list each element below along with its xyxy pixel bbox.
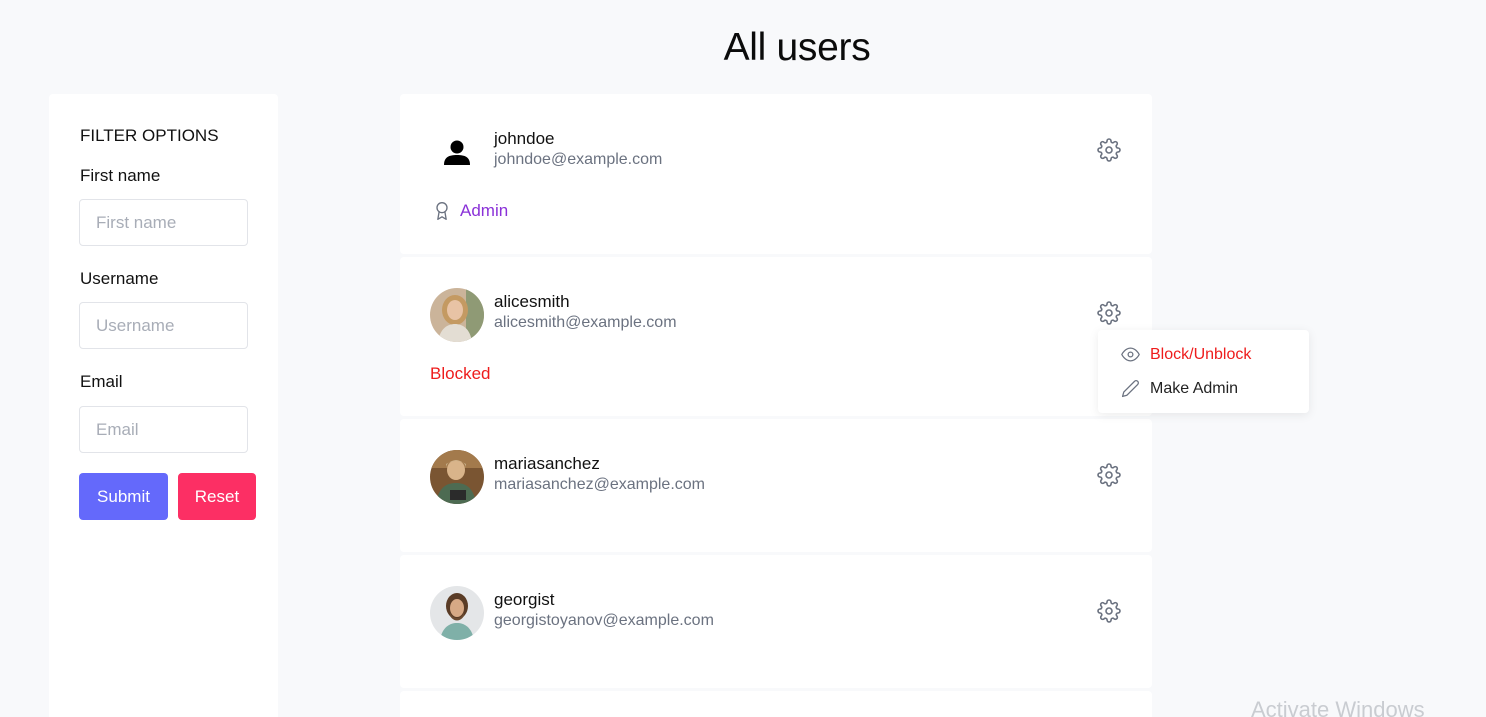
username: georgist: [494, 590, 555, 609]
first-name-label: First name: [80, 166, 161, 185]
user-email: johndoe@example.com: [494, 151, 663, 168]
pencil-icon: [1121, 380, 1139, 398]
submit-button[interactable]: Submit: [79, 473, 168, 520]
block-unblock-label: Block/Unblock: [1150, 345, 1252, 363]
page-title: All users: [723, 26, 871, 69]
user-card: georgist georgistoyanov@example.com: [400, 555, 1152, 688]
user-card: johndoe johndoe@example.com Admin: [400, 94, 1152, 254]
make-admin-menu-item[interactable]: Make Admin: [1121, 379, 1238, 398]
make-admin-label: Make Admin: [1150, 379, 1239, 397]
username: johndoe: [494, 129, 555, 148]
user-actions-dropdown: Block/Unblock Make Admin: [1098, 330, 1309, 413]
gear-icon[interactable]: [1097, 301, 1121, 325]
user-email: alicesmith@example.com: [494, 314, 677, 331]
gear-icon[interactable]: [1097, 463, 1121, 487]
email-label: Email: [80, 372, 123, 391]
username-label: Username: [80, 269, 159, 288]
user-card: [400, 691, 1152, 717]
avatar: [430, 288, 484, 342]
filter-panel: FILTER OPTIONS First name Username Email…: [49, 94, 278, 717]
first-name-input[interactable]: [79, 199, 248, 246]
avatar: [430, 450, 484, 504]
avatar: [430, 586, 484, 640]
user-card: alicesmith alicesmith@example.com Blocke…: [400, 257, 1152, 416]
filter-heading: FILTER OPTIONS: [80, 126, 219, 145]
activate-windows-watermark: Activate Windows: [1251, 697, 1425, 717]
reset-button[interactable]: Reset: [178, 473, 256, 520]
user-email: georgistoyanov@example.com: [494, 612, 714, 629]
email-input[interactable]: [79, 406, 248, 453]
block-unblock-menu-item[interactable]: Block/Unblock: [1121, 345, 1251, 364]
gear-icon[interactable]: [1097, 599, 1121, 623]
user-email: mariasanchez@example.com: [494, 476, 705, 493]
user-card: mariasanchez mariasanchez@example.com: [400, 419, 1152, 552]
award-icon: [436, 202, 448, 220]
role-badge: Admin: [432, 200, 508, 222]
username: alicesmith: [494, 292, 570, 311]
status-badge: Blocked: [430, 364, 491, 383]
username-input[interactable]: [79, 302, 248, 349]
username: mariasanchez: [494, 454, 600, 473]
gear-icon[interactable]: [1097, 138, 1121, 162]
role-label: Admin: [460, 201, 509, 220]
eye-icon: [1121, 347, 1140, 362]
person-icon: [430, 125, 484, 179]
